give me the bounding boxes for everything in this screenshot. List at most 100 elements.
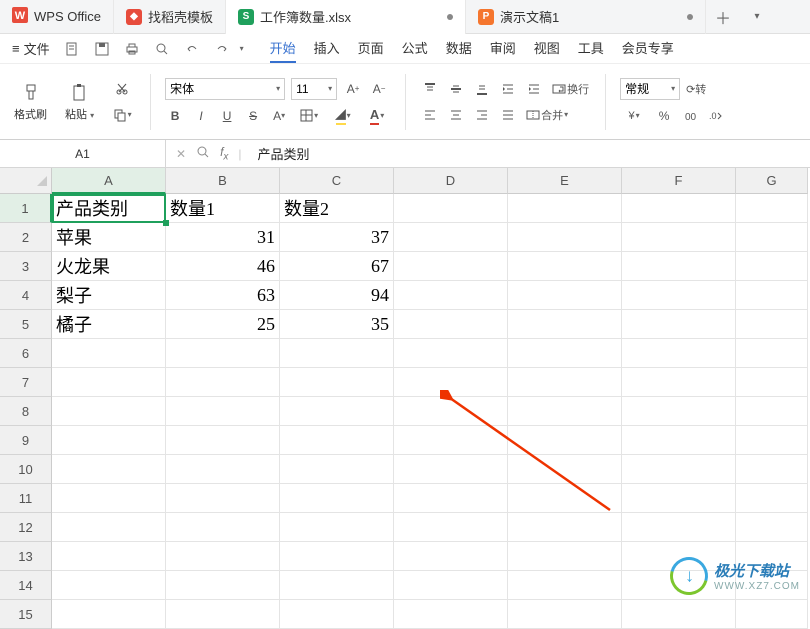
- comma-button[interactable]: 000: [680, 106, 700, 126]
- decrease-indent-button[interactable]: [498, 79, 518, 99]
- number-format-select[interactable]: 常规▾: [620, 78, 680, 100]
- align-center-button[interactable]: [446, 105, 466, 125]
- cell-C7[interactable]: [280, 368, 394, 397]
- tab-presentation[interactable]: P 演示文稿1: [466, 0, 706, 34]
- cell-G6[interactable]: [736, 339, 808, 368]
- col-header-F[interactable]: F: [622, 168, 736, 194]
- row-header-5[interactable]: 5: [0, 310, 52, 339]
- cell-F7[interactable]: [622, 368, 736, 397]
- cell-A11[interactable]: [52, 484, 166, 513]
- cell-E3[interactable]: [508, 252, 622, 281]
- cell-F6[interactable]: [622, 339, 736, 368]
- cell-E7[interactable]: [508, 368, 622, 397]
- cell-G11[interactable]: [736, 484, 808, 513]
- cell-C10[interactable]: [280, 455, 394, 484]
- cell-E14[interactable]: [508, 571, 622, 600]
- cell-F4[interactable]: [622, 281, 736, 310]
- cell-C9[interactable]: [280, 426, 394, 455]
- cell-B12[interactable]: [166, 513, 280, 542]
- row-header-7[interactable]: 7: [0, 368, 52, 397]
- row-header-1[interactable]: 1: [0, 194, 52, 223]
- cell-D5[interactable]: [394, 310, 508, 339]
- format-brush-button[interactable]: 格式刷: [10, 80, 51, 124]
- cell-E10[interactable]: [508, 455, 622, 484]
- cell-D15[interactable]: [394, 600, 508, 629]
- tab-view[interactable]: 视图: [534, 34, 560, 63]
- save-button[interactable]: [90, 37, 114, 61]
- align-right-button[interactable]: [472, 105, 492, 125]
- cell-G8[interactable]: [736, 397, 808, 426]
- tab-data[interactable]: 数据: [446, 34, 472, 63]
- cell-B10[interactable]: [166, 455, 280, 484]
- cell-G5[interactable]: [736, 310, 808, 339]
- cell-B11[interactable]: [166, 484, 280, 513]
- cell-F3[interactable]: [622, 252, 736, 281]
- cell-B6[interactable]: [166, 339, 280, 368]
- tab-workbook[interactable]: S 工作簿数量.xlsx: [226, 0, 466, 34]
- cell-B7[interactable]: [166, 368, 280, 397]
- cell-B4[interactable]: 63: [166, 281, 280, 310]
- cell-A4[interactable]: 梨子: [52, 281, 166, 310]
- file-menu[interactable]: ≡ 文件: [8, 39, 54, 58]
- italic-button[interactable]: I: [191, 106, 211, 126]
- cell-G15[interactable]: [736, 600, 808, 629]
- cell-G2[interactable]: [736, 223, 808, 252]
- fx-icon[interactable]: fx: [220, 145, 228, 162]
- tab-review[interactable]: 审阅: [490, 34, 516, 63]
- cell-D9[interactable]: [394, 426, 508, 455]
- row-header-8[interactable]: 8: [0, 397, 52, 426]
- cell-C4[interactable]: 94: [280, 281, 394, 310]
- cut-button[interactable]: [108, 79, 136, 99]
- cell-C3[interactable]: 67: [280, 252, 394, 281]
- cell-C6[interactable]: [280, 339, 394, 368]
- cell-B13[interactable]: [166, 542, 280, 571]
- tab-wps-home[interactable]: W WPS Office: [0, 0, 114, 34]
- cell-D13[interactable]: [394, 542, 508, 571]
- cell-D12[interactable]: [394, 513, 508, 542]
- cell-E13[interactable]: [508, 542, 622, 571]
- undo-button[interactable]: [180, 37, 204, 61]
- cell-D6[interactable]: [394, 339, 508, 368]
- tab-insert[interactable]: 插入: [314, 34, 340, 63]
- col-header-C[interactable]: C: [280, 168, 394, 194]
- row-header-2[interactable]: 2: [0, 223, 52, 252]
- cell-B9[interactable]: [166, 426, 280, 455]
- border-button[interactable]: ▾: [295, 106, 323, 126]
- cell-A7[interactable]: [52, 368, 166, 397]
- cell-F8[interactable]: [622, 397, 736, 426]
- merge-button[interactable]: 合并▾: [524, 105, 570, 125]
- cell-F12[interactable]: [622, 513, 736, 542]
- percent-button[interactable]: %: [654, 106, 674, 126]
- cell-A6[interactable]: [52, 339, 166, 368]
- increase-indent-button[interactable]: [524, 79, 544, 99]
- strikethrough-button[interactable]: S: [243, 106, 263, 126]
- cancel-icon[interactable]: ✕: [176, 147, 186, 161]
- cell-G4[interactable]: [736, 281, 808, 310]
- cell-E12[interactable]: [508, 513, 622, 542]
- cell-B5[interactable]: 25: [166, 310, 280, 339]
- cell-E6[interactable]: [508, 339, 622, 368]
- currency-button[interactable]: ¥▾: [620, 106, 648, 126]
- cell-A2[interactable]: 苹果: [52, 223, 166, 252]
- align-top-button[interactable]: [420, 79, 440, 99]
- cell-F2[interactable]: [622, 223, 736, 252]
- cell-C13[interactable]: [280, 542, 394, 571]
- row-header-12[interactable]: 12: [0, 513, 52, 542]
- cell-A10[interactable]: [52, 455, 166, 484]
- cell-C11[interactable]: [280, 484, 394, 513]
- tab-start[interactable]: 开始: [270, 34, 296, 63]
- cell-A8[interactable]: [52, 397, 166, 426]
- cell-F5[interactable]: [622, 310, 736, 339]
- new-tab-button[interactable]: ＋: [706, 5, 740, 29]
- bold-button[interactable]: B: [165, 106, 185, 126]
- cell-E8[interactable]: [508, 397, 622, 426]
- cell-F11[interactable]: [622, 484, 736, 513]
- row-header-11[interactable]: 11: [0, 484, 52, 513]
- cell-D4[interactable]: [394, 281, 508, 310]
- cell-A14[interactable]: [52, 571, 166, 600]
- copy-button[interactable]: ▾: [108, 105, 136, 125]
- cell-B8[interactable]: [166, 397, 280, 426]
- col-header-B[interactable]: B: [166, 168, 280, 194]
- select-all-corner[interactable]: [0, 168, 52, 194]
- tab-template[interactable]: ◆ 找稻壳模板: [114, 0, 226, 34]
